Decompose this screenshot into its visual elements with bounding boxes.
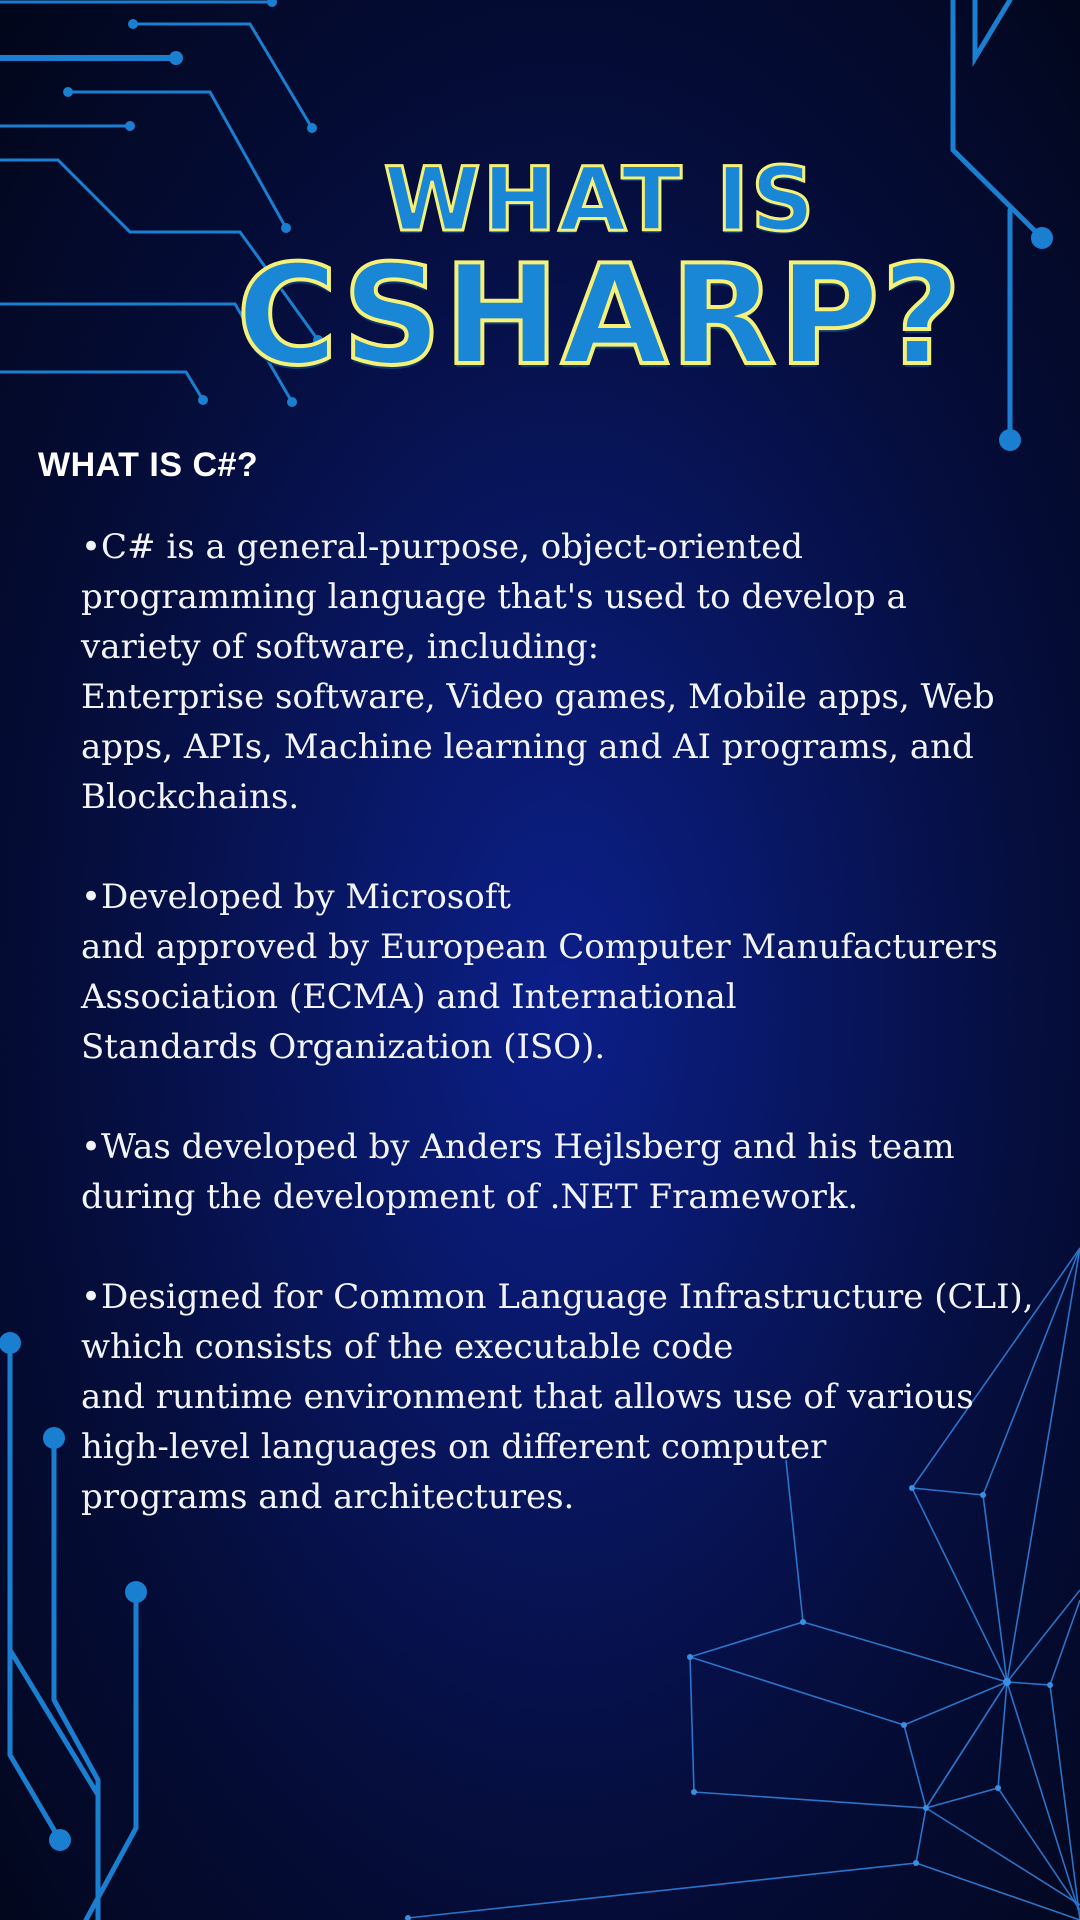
text-line: Association (ECMA) and International	[81, 977, 737, 1017]
text-line: Enterprise software, Video games, Mobile…	[81, 677, 995, 717]
text-line: which consists of the executable code	[81, 1327, 734, 1367]
section-heading: WHAT IS C#?	[38, 446, 259, 484]
text-line: •Was developed by Anders Hejlsberg and h…	[81, 1127, 955, 1167]
text-line: programs and architectures.	[81, 1477, 575, 1517]
text-line: and runtime environment that allows use …	[81, 1377, 974, 1417]
text-line: apps, APIs, Machine learning and AI prog…	[81, 727, 974, 767]
text-line: Standards Organization (ISO).	[81, 1027, 606, 1067]
page-title-line-2: CSHARP?	[235, 233, 964, 398]
paragraph-cli: •Designed for Common Language Infrastruc…	[81, 1272, 1061, 1522]
text-line: Blockchains.	[81, 777, 300, 817]
text-line: and approved by European Computer Manufa…	[81, 927, 998, 967]
paragraph-developer: •Developed by Microsoft and approved by …	[81, 872, 1061, 1072]
text-line: programming language that's used to deve…	[81, 577, 907, 617]
text-line: during the development of .NET Framework…	[81, 1177, 859, 1217]
text-line: •C# is a general-purpose, object-oriente…	[81, 527, 803, 567]
text-line: •Designed for Common Language Infrastruc…	[81, 1277, 1034, 1317]
paragraph-overview: •C# is a general-purpose, object-oriente…	[81, 522, 1061, 822]
paragraph-history: •Was developed by Anders Hejlsberg and h…	[81, 1122, 1061, 1222]
body-text: •C# is a general-purpose, object-oriente…	[81, 522, 1061, 1572]
text-line: high-level languages on different comput…	[81, 1427, 827, 1467]
text-line: •Developed by Microsoft	[81, 877, 511, 917]
text-line: variety of software, including:	[81, 627, 600, 667]
